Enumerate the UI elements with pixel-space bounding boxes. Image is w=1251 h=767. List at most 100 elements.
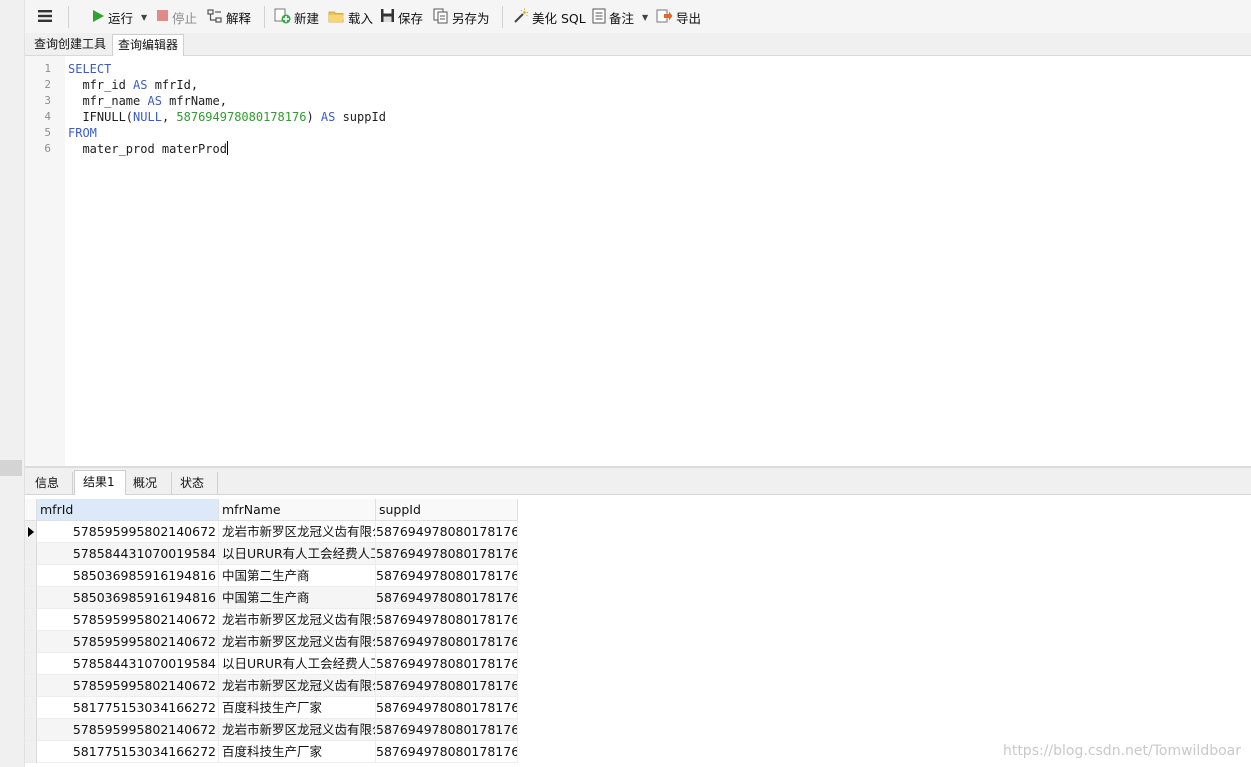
cell-suppid[interactable]: 587694978080178176 (376, 609, 518, 631)
grid-header: mfrId mfrName suppId (25, 499, 518, 521)
table-row[interactable]: 578595995802140672 龙岩市新罗区龙冠义齿有限公 587694978… (25, 631, 518, 653)
export-button[interactable]: 导出 (656, 7, 701, 27)
tab-overview[interactable]: 概况 (125, 472, 172, 494)
export-label: 导出 (676, 10, 702, 26)
cell-mfrname[interactable]: 中国第二生产商 (219, 587, 376, 609)
line-number: 5 (44, 126, 51, 139)
tab-info[interactable]: 信息 (27, 472, 73, 494)
code-text: , (161, 110, 177, 124)
save-icon (380, 8, 395, 26)
run-label: 运行 (108, 10, 134, 26)
cell-suppid[interactable]: 587694978080178176 (376, 697, 518, 719)
cell-mfrid[interactable]: 578595995802140672 (37, 675, 219, 697)
cell-mfrname[interactable]: 百度科技生产厂家 (219, 697, 376, 719)
line-number: 3 (44, 94, 51, 107)
cell-mfrname[interactable]: 龙岩市新罗区龙冠义齿有限公 (219, 521, 376, 543)
table-row[interactable]: 578595995802140672 龙岩市新罗区龙冠义齿有限公 587694978… (25, 609, 518, 631)
code-line-3: mfr_name AS mfrName, (68, 93, 227, 109)
save-button[interactable]: 保存 (380, 7, 423, 27)
cell-suppid[interactable]: 587694978080178176 (376, 521, 518, 543)
row-indicator[interactable] (25, 521, 37, 543)
stop-button[interactable]: 停止 (156, 7, 197, 27)
toolbar: 运行 ▼ 停止 解释 新建 载入 保存 另存为 美化 SQL 备注 ▼ 导出 (25, 0, 1251, 34)
menu-button[interactable] (37, 7, 53, 27)
table-row[interactable]: 578595995802140672 龙岩市新罗区龙冠义齿有限公 587694978… (25, 675, 518, 697)
table-row[interactable]: 578595995802140672 龙岩市新罗区龙冠义齿有限公 587694978… (25, 521, 518, 543)
text-cursor (226, 141, 228, 155)
new-button[interactable]: 新建 (274, 7, 319, 27)
row-indicator[interactable] (25, 675, 37, 697)
load-button[interactable]: 载入 (328, 7, 373, 27)
export-icon (656, 8, 673, 27)
table-row[interactable]: 578595995802140672 龙岩市新罗区龙冠义齿有限公 587694978… (25, 719, 518, 741)
row-indicator[interactable] (25, 719, 37, 741)
tab-result-1[interactable]: 结果1 (74, 470, 126, 495)
cell-mfrid[interactable]: 581775153034166272 (37, 697, 219, 719)
cell-mfrname[interactable]: 以日URUR有人工会经费人工 (219, 543, 376, 565)
code-line-5: FROM (68, 125, 97, 141)
row-indicator[interactable] (25, 741, 37, 763)
cell-mfrname[interactable]: 龙岩市新罗区龙冠义齿有限公 (219, 609, 376, 631)
cell-suppid[interactable]: 587694978080178176 (376, 565, 518, 587)
cell-suppid[interactable]: 587694978080178176 (376, 543, 518, 565)
table-row[interactable]: 581775153034166272 百度科技生产厂家 58769497808017… (25, 697, 518, 719)
table-row[interactable]: 578584431070019584 以日URUR有人工会经费人工 58769497… (25, 543, 518, 565)
run-dropdown-icon[interactable]: ▼ (141, 13, 147, 22)
cell-mfrid[interactable]: 578595995802140672 (37, 631, 219, 653)
cell-mfrname[interactable]: 百度科技生产厂家 (219, 741, 376, 763)
cell-mfrid[interactable]: 578595995802140672 (37, 719, 219, 741)
cell-suppid[interactable]: 587694978080178176 (376, 719, 518, 741)
notes-dropdown-icon[interactable]: ▼ (642, 13, 648, 22)
code-line-4: IFNULL(NULL, 587694978080178176) AS supp… (68, 109, 385, 125)
cell-mfrname[interactable]: 龙岩市新罗区龙冠义齿有限公 (219, 631, 376, 653)
tab-query-editor[interactable]: 查询编辑器 (112, 34, 185, 56)
cell-suppid[interactable]: 587694978080178176 (376, 741, 518, 763)
save-as-button[interactable]: 另存为 (433, 7, 490, 27)
tab-query-builder[interactable]: 查询创建工具 (29, 34, 111, 55)
line-number: 4 (44, 110, 51, 123)
row-indicator[interactable] (25, 587, 37, 609)
cell-mfrname[interactable]: 龙岩市新罗区龙冠义齿有限公 (219, 719, 376, 741)
cell-mfrname[interactable]: 中国第二生产商 (219, 565, 376, 587)
cell-suppid[interactable]: 587694978080178176 (376, 653, 518, 675)
line-number: 1 (44, 62, 51, 75)
sql-keyword: AS (133, 78, 148, 92)
table-row[interactable]: 585036985916194816 中国第二生产商 587694978080178… (25, 587, 518, 609)
table-row[interactable]: 585036985916194816 中国第二生产商 587694978080178… (25, 565, 518, 587)
cell-mfrid[interactable]: 578595995802140672 (37, 609, 219, 631)
run-button[interactable]: 运行 ▼ (91, 7, 147, 27)
cell-mfrname[interactable]: 龙岩市新罗区龙冠义齿有限公 (219, 675, 376, 697)
cell-suppid[interactable]: 587694978080178176 (376, 587, 518, 609)
column-header-suppid[interactable]: suppId (376, 499, 518, 521)
explain-icon (207, 8, 223, 26)
row-indicator[interactable] (25, 697, 37, 719)
cell-mfrid[interactable]: 578584431070019584 (37, 653, 219, 675)
cell-mfrname[interactable]: 以日URUR有人工会经费人工 (219, 653, 376, 675)
row-indicator[interactable] (25, 609, 37, 631)
cell-mfrid[interactable]: 581775153034166272 (37, 741, 219, 763)
explain-button[interactable]: 解释 (207, 7, 251, 27)
cell-mfrid[interactable]: 578595995802140672 (37, 521, 219, 543)
code-text: mfr_name (68, 94, 148, 108)
cell-suppid[interactable]: 587694978080178176 (376, 675, 518, 697)
cell-mfrid[interactable]: 578584431070019584 (37, 543, 219, 565)
row-indicator[interactable] (25, 631, 37, 653)
tab-status[interactable]: 状态 (172, 472, 218, 494)
stop-label: 停止 (172, 10, 198, 26)
cell-mfrid[interactable]: 585036985916194816 (37, 587, 219, 609)
cell-suppid[interactable]: 587694978080178176 (376, 631, 518, 653)
table-row[interactable]: 578584431070019584 以日URUR有人工会经费人工 58769497… (25, 653, 518, 675)
code-text: mfrName, (161, 94, 227, 108)
hamburger-icon (37, 9, 53, 26)
table-row[interactable]: 581775153034166272 百度科技生产厂家 58769497808017… (25, 741, 518, 763)
row-indicator[interactable] (25, 543, 37, 565)
row-indicator[interactable] (25, 653, 37, 675)
column-header-mfrname[interactable]: mfrName (219, 499, 376, 521)
column-header-mfrid[interactable]: mfrId (37, 499, 219, 521)
sql-editor[interactable]: 1 2 3 4 5 6 SELECT mfr_id AS mfrId, mfr_… (25, 56, 1251, 466)
row-indicator[interactable] (25, 565, 37, 587)
cell-mfrid[interactable]: 585036985916194816 (37, 565, 219, 587)
code-line-2: mfr_id AS mfrId, (68, 77, 198, 93)
beautify-sql-button[interactable]: 美化 SQL (512, 7, 586, 27)
notes-button[interactable]: 备注 ▼ (592, 7, 648, 27)
